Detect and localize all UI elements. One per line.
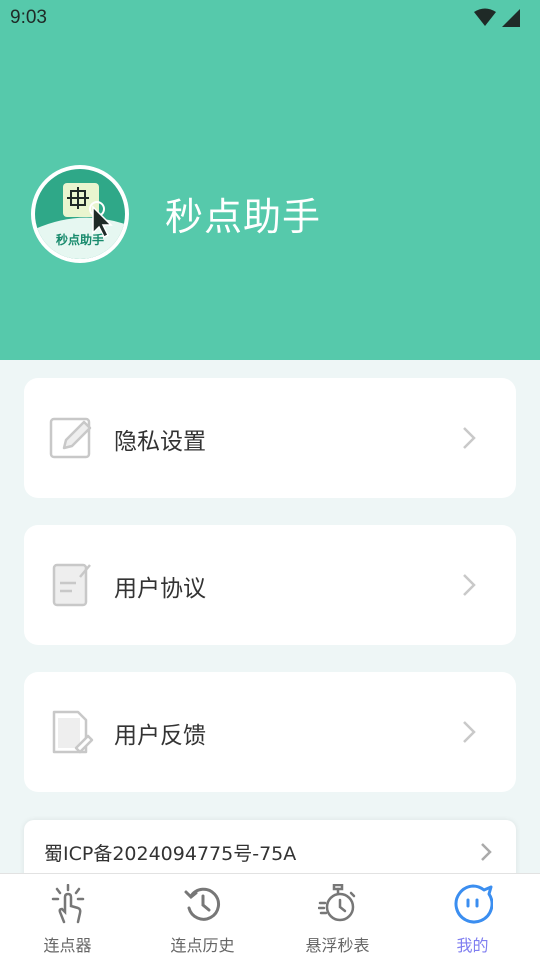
- tab-label: 连点器: [43, 936, 92, 955]
- menu-item-privacy-settings[interactable]: 隐私设置: [24, 378, 516, 498]
- face-icon: [454, 884, 493, 924]
- tab-label: 我的: [456, 936, 489, 955]
- app-name: 秒点助手: [165, 195, 322, 239]
- menu-item-user-agreement[interactable]: 用户协议: [24, 525, 516, 645]
- tab-label: 连点历史: [170, 936, 235, 955]
- signal-icon: [502, 9, 520, 27]
- menu-item-label: 隐私设置: [114, 429, 206, 455]
- tab-label: 悬浮秒表: [305, 936, 370, 955]
- status-time: 9:03: [10, 7, 47, 28]
- app-logo: 秒点助手: [35, 169, 125, 259]
- avatar[interactable]: 秒点助手: [31, 165, 129, 263]
- status-bar: 9:03: [0, 0, 540, 36]
- wifi-icon: [474, 8, 496, 26]
- bottom-tab-bar: 连点器 连点历史 悬浮秒表 我的: [0, 873, 540, 961]
- menu-item-user-feedback[interactable]: 用户反馈: [24, 672, 516, 792]
- profile-header: 9:03 秒点助手 秒点助手: [0, 0, 540, 360]
- stopwatch-icon: [318, 884, 356, 922]
- menu-item-label: 用户反馈: [114, 723, 206, 749]
- history-icon: [184, 887, 221, 921]
- tab-clicker[interactable]: 连点器: [0, 874, 135, 961]
- document-icon: [52, 563, 91, 607]
- icp-label: 蜀ICP备2024094775号-75A: [44, 843, 297, 865]
- chevron-right-icon: [481, 843, 492, 861]
- menu-item-label: 用户协议: [114, 576, 206, 602]
- edit-icon: [49, 417, 92, 459]
- status-icons: [474, 8, 520, 27]
- feedback-icon: [52, 710, 94, 754]
- tab-floating-stopwatch[interactable]: 悬浮秒表: [270, 874, 405, 961]
- avatar-label: 秒点助手: [55, 233, 104, 247]
- chevron-right-icon: [463, 427, 476, 449]
- tab-click-history[interactable]: 连点历史: [135, 874, 270, 961]
- chevron-right-icon: [463, 574, 476, 596]
- tap-icon: [51, 884, 85, 924]
- tab-mine[interactable]: 我的: [405, 874, 540, 961]
- chevron-right-icon: [463, 721, 476, 743]
